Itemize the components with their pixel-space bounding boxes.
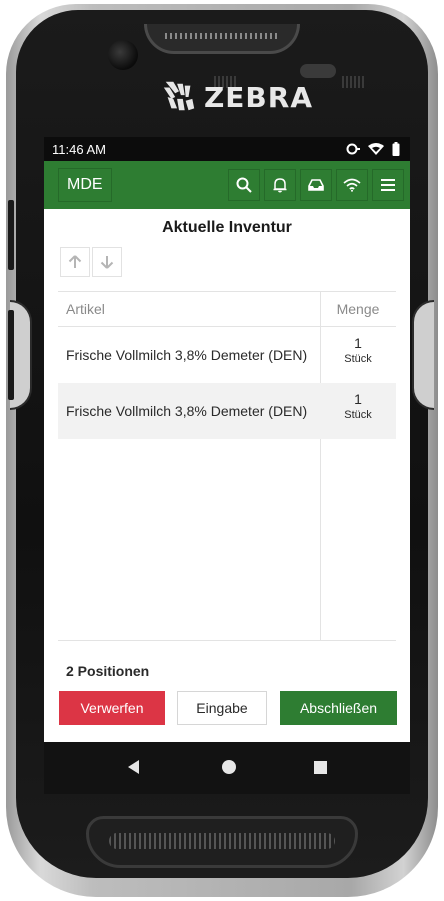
table-row[interactable]: Frische Vollmilch 3,8% Demeter (DEN) 1 S… [58, 327, 396, 383]
row-unit: Stück [344, 353, 372, 365]
inbox-icon [308, 179, 324, 191]
search-icon [236, 177, 252, 193]
recents-icon[interactable] [314, 761, 327, 774]
arrow-down-icon [100, 256, 114, 269]
mde-menu-button[interactable]: MDE [58, 168, 112, 202]
row-artikel: Frische Vollmilch 3,8% Demeter (DEN) [66, 403, 308, 419]
proximity-sensor [300, 64, 336, 78]
column-header-artikel: Artikel [66, 301, 105, 317]
status-bar: 11:46 AM [44, 137, 410, 161]
status-icons [346, 142, 400, 156]
discard-button[interactable]: Verwerfen [59, 691, 165, 725]
screen: 11:46 AM MDE Aktuelle Inventur Artikel M… [44, 137, 410, 742]
status-time: 11:46 AM [52, 141, 106, 157]
front-camera [108, 40, 138, 70]
wifi-icon [368, 143, 384, 155]
app-bar-actions [228, 169, 404, 201]
battery-icon [392, 142, 400, 156]
app-bar: MDE [44, 161, 410, 209]
bell-icon [273, 178, 287, 193]
side-bumper-right [412, 300, 434, 410]
side-key-lower [8, 310, 14, 400]
input-button[interactable]: Eingabe [177, 691, 267, 725]
brand-logo: ZEBRA [160, 78, 313, 116]
arrow-up-icon [68, 255, 82, 268]
inventory-content: Aktuelle Inventur Artikel Menge Frische … [44, 209, 410, 742]
inbox-button[interactable] [300, 169, 332, 201]
table-row[interactable]: Frische Vollmilch 3,8% Demeter (DEN) 1 S… [58, 383, 396, 439]
back-icon[interactable] [128, 760, 140, 774]
move-down-button[interactable] [92, 247, 122, 277]
row-quantity-value: 1 [354, 335, 362, 351]
hamburger-menu-icon [381, 179, 395, 191]
notifications-button[interactable] [264, 169, 296, 201]
row-artikel: Frische Vollmilch 3,8% Demeter (DEN) [66, 347, 308, 363]
page-title: Aktuelle Inventur [162, 219, 292, 236]
wifi-icon [343, 178, 361, 192]
move-up-button[interactable] [60, 247, 90, 277]
side-key-upper [8, 200, 14, 270]
row-unit: Stück [344, 409, 372, 421]
inventory-table: Artikel Menge Frische Vollmilch 3,8% Dem… [58, 291, 396, 641]
column-header-menge: Menge [336, 301, 380, 317]
system-nav-bar [44, 742, 410, 794]
row-menge: 1 Stück [320, 335, 396, 367]
main-menu-button[interactable] [372, 169, 404, 201]
brand-name: ZEBRA [204, 80, 314, 114]
sensor-grille-right [342, 76, 364, 88]
connection-button[interactable] [336, 169, 368, 201]
row-menge: 1 Stück [320, 391, 396, 423]
home-icon[interactable] [222, 760, 236, 774]
finish-button[interactable]: Abschließen [280, 691, 397, 725]
bottom-speaker [86, 816, 358, 868]
zebra-head-icon [163, 81, 195, 111]
search-button[interactable] [228, 169, 260, 201]
data-saver-icon [346, 143, 360, 155]
positions-count: 2 Positionen [66, 663, 150, 679]
row-quantity-value: 1 [354, 391, 362, 407]
earpiece [144, 24, 300, 54]
